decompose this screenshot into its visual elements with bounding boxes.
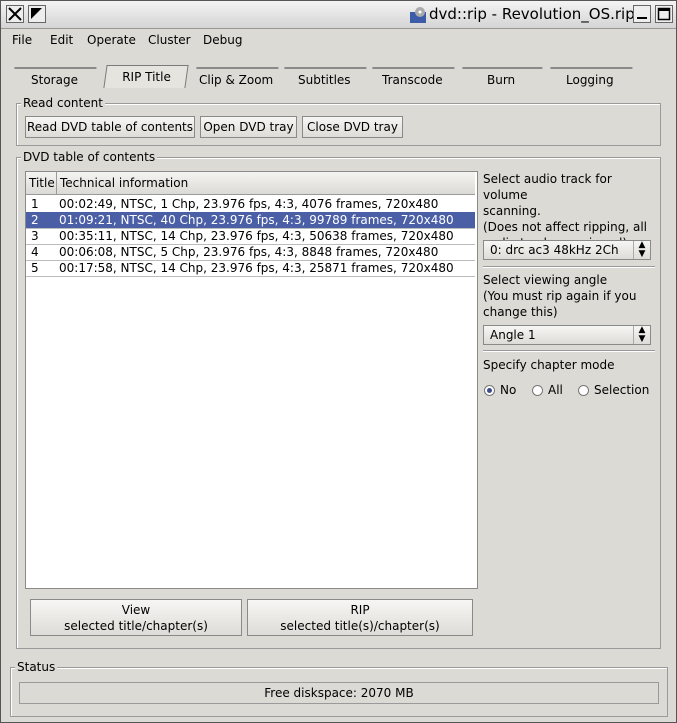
chapter-mode-all[interactable]: All — [532, 383, 563, 397]
list-header: Title Technical information — [26, 172, 475, 195]
tab-logging[interactable]: Logging — [547, 67, 633, 89]
menu-cluster[interactable]: Cluster — [144, 33, 195, 47]
tab-subtitles[interactable]: Subtitles — [281, 67, 367, 89]
close-icon — [8, 7, 22, 21]
audio-track-description: Select audio track for volume scanning. … — [483, 172, 648, 250]
close-button[interactable] — [6, 5, 24, 23]
angle-description: Select viewing angle (You must rip again… — [483, 273, 637, 319]
main-window: dvd::rip - Revolution_OS.rip File Edit O… — [0, 0, 677, 723]
menu-debug[interactable]: Debug — [199, 33, 246, 47]
read-content-label: Read content — [21, 96, 105, 110]
table-row[interactable]: 1 00:02:49, NTSC, 1 Chp, 23.976 fps, 4:3… — [26, 196, 475, 213]
divider — [483, 266, 655, 268]
radio-icon — [532, 385, 543, 396]
table-row[interactable]: 4 00:06:08, NTSC, 5 Chp, 23.976 fps, 4:3… — [26, 244, 475, 261]
angle-select[interactable]: Angle 1 ▲ ▼ — [483, 325, 651, 345]
maximize-icon — [657, 7, 671, 21]
rip-button[interactable]: RIP selected title(s)/chapter(s) — [247, 599, 473, 636]
title-bar[interactable]: dvd::rip - Revolution_OS.rip — [1, 1, 676, 29]
tab-burn[interactable]: Burn — [459, 67, 543, 89]
menu-file[interactable]: File — [8, 33, 36, 47]
view-button[interactable]: View selected title/chapter(s) — [30, 599, 242, 636]
radio-icon — [578, 385, 589, 396]
status-bar: Free diskspace: 2070 MB — [19, 682, 659, 704]
menu-operate[interactable]: Operate — [83, 33, 140, 47]
read-toc-button[interactable]: Read DVD table of contents — [25, 116, 195, 138]
dvdrip-icon — [409, 7, 427, 28]
table-row-selected[interactable]: 2 01:09:21, NTSC, 40 Chp, 23.976 fps, 4:… — [26, 212, 475, 229]
maximize-button[interactable] — [655, 5, 673, 23]
window-menu-icon — [31, 8, 42, 19]
open-tray-button[interactable]: Open DVD tray — [200, 116, 297, 138]
chapter-mode-no[interactable]: No — [484, 383, 516, 397]
title-list[interactable]: Title Technical information 1 00:02:49, … — [25, 171, 478, 589]
tab-transcode[interactable]: Transcode — [369, 67, 455, 89]
column-technical-info[interactable]: Technical information — [57, 172, 475, 194]
audio-track-select[interactable]: 0: drc ac3 48kHz 2Ch ▲ ▼ — [483, 240, 651, 260]
menu-bar: File Edit Operate Cluster Debug — [1, 29, 676, 53]
tab-bar: Storage RIP Title Clip & Zoom Subtitles … — [9, 63, 659, 89]
chapter-mode-label: Specify chapter mode — [483, 358, 615, 372]
divider — [483, 350, 655, 352]
radio-selected-icon — [484, 385, 495, 396]
table-row[interactable]: 3 00:35:11, NTSC, 14 Chp, 23.976 fps, 4:… — [26, 228, 475, 245]
table-row[interactable]: 5 00:17:58, NTSC, 14 Chp, 23.976 fps, 4:… — [26, 260, 475, 277]
spin-arrows-icon: ▲ ▼ — [633, 241, 650, 259]
spin-arrows-icon: ▲ ▼ — [633, 326, 650, 344]
minimize-button[interactable] — [633, 5, 651, 23]
toc-label: DVD table of contents — [21, 150, 158, 164]
tab-clip-zoom[interactable]: Clip & Zoom — [193, 67, 279, 89]
chapter-mode-selection[interactable]: Selection — [578, 383, 649, 397]
status-label: Status — [15, 660, 58, 674]
tab-storage[interactable]: Storage — [11, 67, 97, 89]
tab-rip-title[interactable]: RIP Title — [103, 65, 189, 88]
window-title: dvd::rip - Revolution_OS.rip — [429, 5, 635, 23]
column-title[interactable]: Title — [26, 172, 57, 194]
menu-edit[interactable]: Edit — [46, 33, 77, 47]
close-tray-button[interactable]: Close DVD tray — [302, 116, 403, 138]
window-menu-button[interactable] — [28, 5, 46, 23]
minimize-icon — [637, 17, 647, 19]
